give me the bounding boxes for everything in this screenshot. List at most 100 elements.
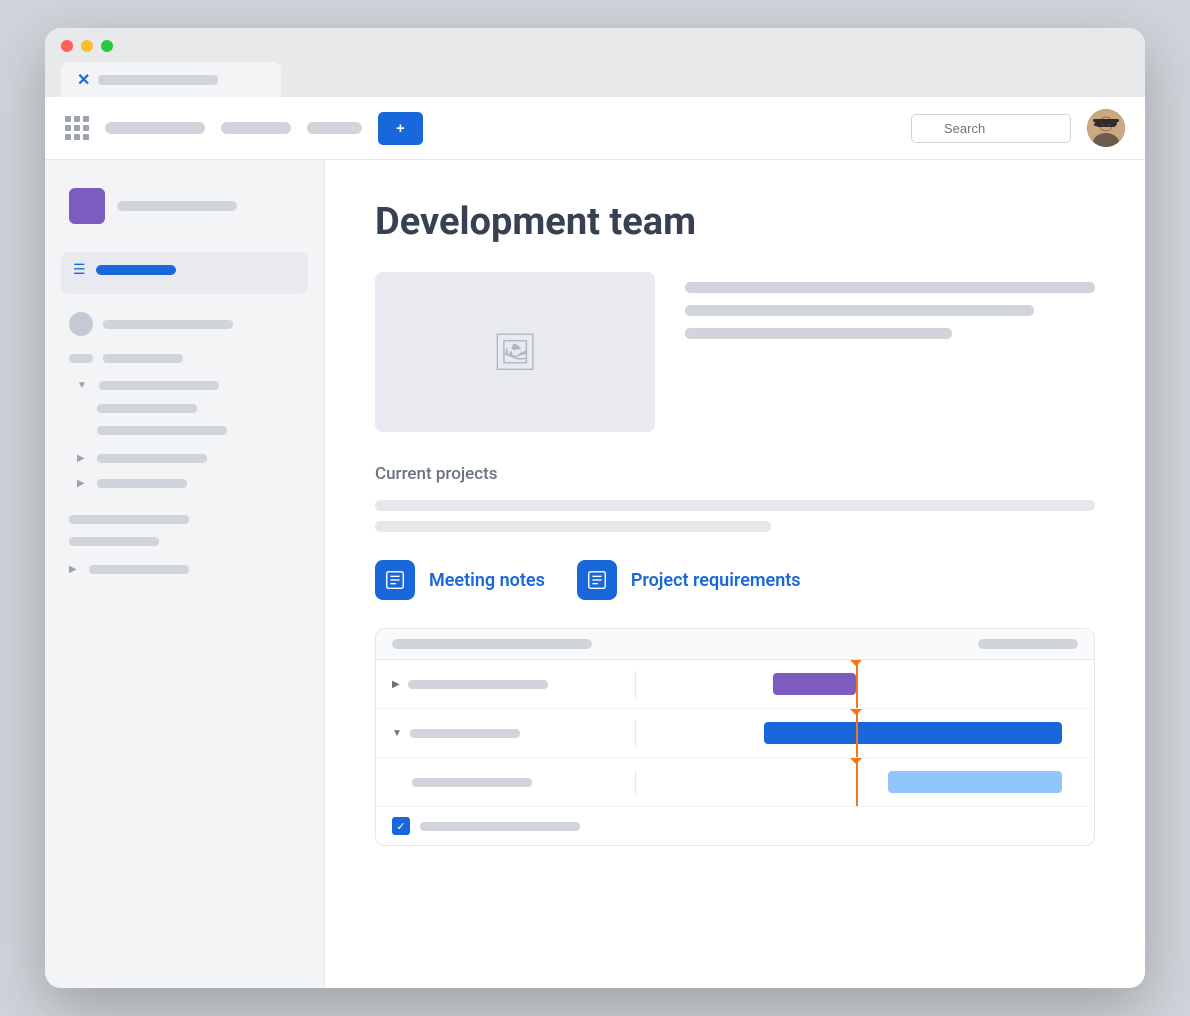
gantt-row-1[interactable]: ▶ xyxy=(376,660,1094,709)
maximize-button[interactable] xyxy=(101,40,113,52)
image-placeholder-icon: 🖼 xyxy=(492,331,538,373)
close-button[interactable] xyxy=(61,40,73,52)
gantt-row-2-label: ▼ xyxy=(376,720,636,747)
today-marker xyxy=(856,660,858,708)
gantt-row-1-label: ▶ xyxy=(376,671,636,698)
apps-grid-icon[interactable] xyxy=(65,116,89,140)
workspace-icon xyxy=(69,188,105,224)
sidebar-bottom-group: ▶ xyxy=(61,559,308,580)
browser-window: ✕ + 🔍 xyxy=(45,28,1145,988)
project-requirements-label: Project requirements xyxy=(631,570,801,591)
gantt-chevron-right-icon: ▶ xyxy=(392,679,400,690)
sidebar-sub-label-2 xyxy=(97,454,207,463)
sidebar-child-item-2[interactable] xyxy=(89,421,308,440)
hero-text-line-1 xyxy=(685,282,1095,293)
sidebar-bottom-item-3[interactable]: ▶ xyxy=(61,559,308,580)
chevron-right-icon: ▼ xyxy=(77,380,87,391)
nav-item-home[interactable] xyxy=(105,122,205,134)
gantt-row-2-text xyxy=(410,729,520,738)
browser-controls xyxy=(61,40,1129,52)
sidebar-bottom-item-1[interactable] xyxy=(61,510,308,529)
chevron-right-icon-3: ▶ xyxy=(77,478,85,489)
gantt-header-right-label xyxy=(978,639,1078,649)
sidebar-item-2[interactable] xyxy=(61,346,308,371)
page-title: Development team xyxy=(375,200,1095,244)
today-diamond-icon-3 xyxy=(849,758,863,764)
today-diamond-icon xyxy=(849,660,863,666)
gantt-bar-lightblue xyxy=(888,771,1062,793)
app-logo-icon: ✕ xyxy=(77,70,90,89)
minimize-button[interactable] xyxy=(81,40,93,52)
current-projects-label: Current projects xyxy=(375,464,1095,484)
gantt-header-left-label xyxy=(392,639,592,649)
doc-icon-project-requirements xyxy=(577,560,617,600)
sidebar-filter-row: ☰ xyxy=(73,262,296,278)
filter-icon: ☰ xyxy=(73,262,86,278)
project-line-1 xyxy=(375,500,1095,511)
sidebar: ☰ ▼ xyxy=(45,160,325,988)
gantt-checkbox-icon[interactable]: ✓ xyxy=(392,817,410,835)
project-line-2 xyxy=(375,521,771,532)
sidebar-expandable-group: ▼ xyxy=(61,375,308,440)
sidebar-sub-label xyxy=(99,381,219,390)
sidebar-sub-item-3[interactable]: ▶ xyxy=(69,473,308,494)
sidebar-sub-label-3 xyxy=(97,479,187,488)
gantt-row-1-text xyxy=(408,680,548,689)
gantt-last-label xyxy=(420,822,580,831)
sidebar-bottom-item-2[interactable] xyxy=(61,532,308,551)
today-marker-2 xyxy=(856,709,858,757)
sidebar-workspace-item[interactable] xyxy=(61,180,308,232)
gantt-bar-purple xyxy=(773,673,855,695)
sidebar-sub-item-1[interactable]: ▼ xyxy=(69,375,308,396)
browser-tab[interactable]: ✕ xyxy=(61,62,281,97)
search-input[interactable] xyxy=(911,114,1071,143)
sidebar-child-label xyxy=(97,426,227,435)
doc-icon-meeting-notes xyxy=(375,560,415,600)
gantt-row-3-timeline xyxy=(636,758,1094,806)
gantt-row-checkbox[interactable]: ✓ xyxy=(376,807,1094,845)
sidebar-item-1[interactable] xyxy=(61,306,308,342)
sidebar-active-label xyxy=(96,265,176,275)
sidebar-expandable-group-2: ▶ xyxy=(61,448,308,469)
gantt-header xyxy=(376,629,1094,660)
content-area: Development team 🖼 Current projects xyxy=(325,160,1145,988)
browser-chrome: ✕ xyxy=(45,28,1145,97)
search-wrapper: 🔍 xyxy=(911,114,1071,143)
doc-cards-row: Meeting notes Project requirements xyxy=(375,560,1095,600)
doc-card-meeting-notes[interactable]: Meeting notes xyxy=(375,560,545,600)
chevron-right-icon-2: ▶ xyxy=(77,453,85,464)
project-lines xyxy=(375,500,1095,532)
doc-card-project-requirements[interactable]: Project requirements xyxy=(577,560,801,600)
chevron-right-icon-4: ▶ xyxy=(69,564,77,575)
avatar-image xyxy=(1087,109,1125,147)
tab-title xyxy=(98,75,218,85)
gantt-row-3[interactable] xyxy=(376,758,1094,807)
today-diamond-icon-2 xyxy=(849,709,863,715)
sidebar-sub-item-2[interactable]: ▶ xyxy=(69,448,308,469)
create-button[interactable]: + xyxy=(378,112,423,145)
hero-text-line-2 xyxy=(685,305,1034,316)
gantt-chevron-down-icon: ▼ xyxy=(392,728,402,739)
sidebar-child-item-1[interactable] xyxy=(89,399,308,418)
today-marker-3 xyxy=(856,758,858,806)
nav-item-recent[interactable] xyxy=(307,122,362,134)
hero-text-line-3 xyxy=(685,328,952,339)
top-nav: + 🔍 xyxy=(45,97,1145,160)
sidebar-item-label xyxy=(103,354,183,363)
sidebar-active-section: ☰ xyxy=(61,252,308,294)
main-layout: ☰ ▼ xyxy=(45,160,1145,988)
hero-row: 🖼 xyxy=(375,272,1095,432)
sidebar-item-label xyxy=(103,320,233,329)
sidebar-sub-children xyxy=(69,399,308,440)
gantt-row-2[interactable]: ▼ xyxy=(376,709,1094,758)
hero-text-column xyxy=(685,272,1095,351)
sidebar-child-label xyxy=(97,404,197,413)
gantt-row-1-timeline xyxy=(636,660,1094,708)
avatar[interactable] xyxy=(1087,109,1125,147)
nav-item-spaces[interactable] xyxy=(221,122,291,134)
workspace-title xyxy=(117,201,237,211)
gantt-bar-blue xyxy=(764,722,1062,744)
gantt-chart: ▶ ▼ xyxy=(375,628,1095,846)
sidebar-dot-icon xyxy=(69,312,93,336)
plus-icon: + xyxy=(396,120,405,137)
